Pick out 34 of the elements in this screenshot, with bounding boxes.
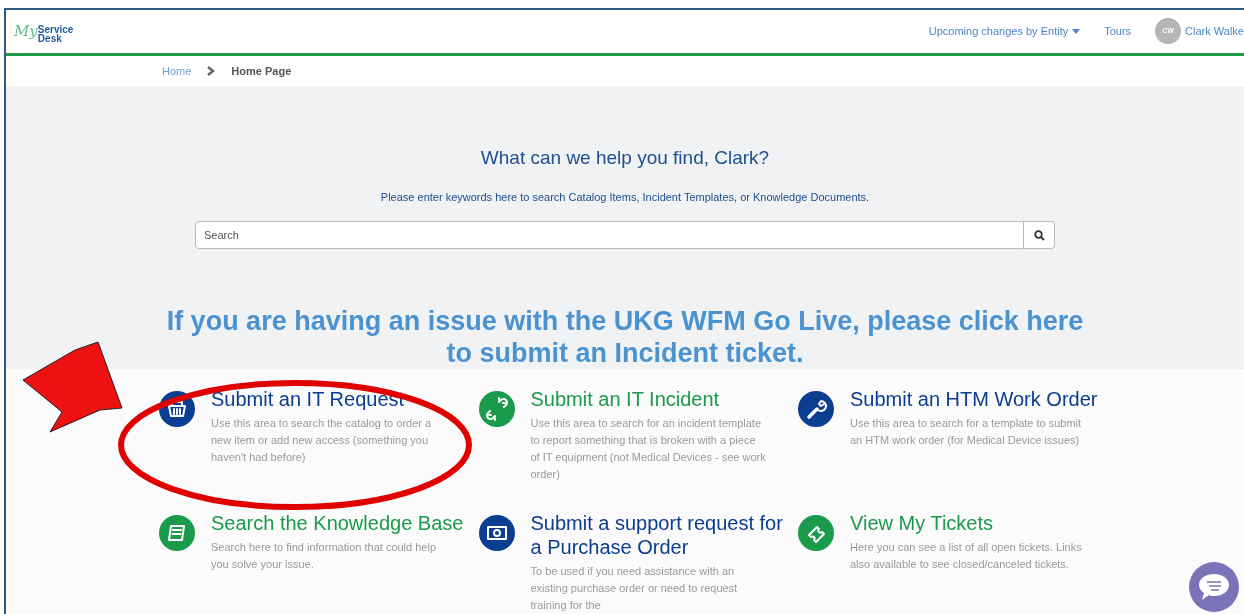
- caret-icon: [1072, 28, 1081, 34]
- breadcrumb-item[interactable]: Home: [162, 62, 192, 80]
- money-icon[interactable]: [478, 515, 515, 551]
- hero-subheading: Please enter keywords here to search Catalog Items, Incident Templates, or Knowledge Documents.: [380, 189, 870, 205]
- book-icon[interactable]: [159, 515, 195, 551]
- card-description: To be used if you need assistance with an existing purchase order or need to request training for the: [530, 564, 739, 613]
- logo-word: Service: [37, 24, 74, 34]
- nav-link[interactable]: Tours: [1104, 23, 1132, 40]
- card-title[interactable]: Search the Knowledge Base: [211, 511, 464, 535]
- chevron-icon: [207, 65, 216, 76]
- broken-link-icon[interactable]: [478, 391, 515, 427]
- card-description: Use this area to search for a template to submit an HTM work order (for Medical Device issues): [850, 416, 1083, 448]
- search-field[interactable]: Search: [195, 221, 1024, 249]
- search-icon: [1033, 229, 1045, 241]
- card-description: Use this area to search the catalog to order a new item or add new access (something you haven't had before): [211, 416, 433, 465]
- user-name[interactable]: Clark Walke: [1185, 23, 1244, 40]
- card-description: Here you can see a list of all open tickets. Links also available to see closed/canceled tickets.: [850, 540, 1083, 572]
- card-description: Search here to find information that could help you solve your issue.: [211, 540, 438, 572]
- search-button[interactable]: [1024, 221, 1055, 249]
- breadcrumb-item[interactable]: Home Page: [231, 62, 292, 80]
- incident-banner-link[interactable]: If you are having an issue with the UKG WFM Go Live, please click here to submit an Incident ticket.: [155, 305, 1095, 369]
- card-description: Use this area to search for an incident template to report something that is broken with a piece of IT equipment (not Medical Devices - see work order): [530, 416, 767, 482]
- card-title[interactable]: Submit an IT Incident: [530, 387, 767, 411]
- ticket-icon[interactable]: [798, 515, 834, 551]
- logo-script: My: [14, 21, 38, 41]
- card-title[interactable]: View My Tickets: [850, 511, 1086, 535]
- wrench-icon[interactable]: [798, 391, 834, 427]
- chat-bubble-icon: [1197, 572, 1231, 602]
- basket-icon[interactable]: [159, 391, 195, 427]
- logo-word: Desk: [37, 33, 62, 43]
- card-title[interactable]: Submit an HTM Work Order: [850, 387, 1098, 411]
- hero-heading: What can we help you find, Clark?: [480, 146, 770, 170]
- card-title[interactable]: Submit a support request for a Purchase Order: [530, 511, 797, 559]
- dropdown-link[interactable]: Upcoming changes by Entity: [928, 23, 1081, 40]
